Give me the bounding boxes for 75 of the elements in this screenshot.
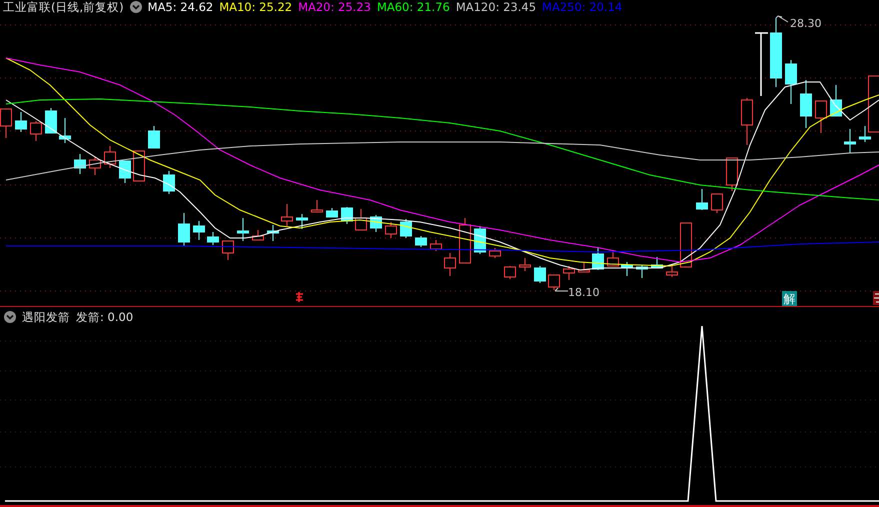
pointer-line xyxy=(554,288,568,292)
candlestick xyxy=(341,206,353,224)
candlestick xyxy=(15,112,27,132)
candlestick xyxy=(534,266,546,284)
candlestick xyxy=(785,60,797,104)
candlestick xyxy=(800,80,812,128)
indicator-value: MA5: 24.62 xyxy=(148,0,214,14)
candlestick xyxy=(415,236,427,248)
candlestick xyxy=(267,224,279,242)
candlestick xyxy=(0,108,12,138)
candlestick xyxy=(237,218,249,242)
candlestick xyxy=(592,246,604,270)
low-price-label: 18.10 xyxy=(568,286,600,299)
candlestick xyxy=(296,214,308,230)
candlestick xyxy=(89,156,101,176)
candlestick xyxy=(45,108,57,134)
candlestick xyxy=(311,200,323,212)
candlestick xyxy=(844,128,856,154)
candlestick xyxy=(578,262,590,272)
indicator-value: MA60: 21.76 xyxy=(376,0,450,14)
unlock-badge: 解 xyxy=(782,291,797,306)
pointer-line xyxy=(776,15,788,22)
candlestick xyxy=(281,204,293,226)
candlestick xyxy=(770,18,782,88)
candlestick xyxy=(119,160,131,184)
candlestick xyxy=(636,264,648,278)
candlestick xyxy=(59,118,71,144)
candlestick xyxy=(178,212,190,246)
candlestick xyxy=(207,232,219,246)
indicator-value: MA120: 23.45 xyxy=(456,0,536,14)
candlestick xyxy=(370,214,382,232)
indicator-value: MA10: 25.22 xyxy=(219,0,292,14)
candlestick xyxy=(621,262,633,276)
chart-title: 工业富联(日线,前复权) xyxy=(3,0,124,14)
candlestick xyxy=(104,146,116,168)
price-bar xyxy=(754,32,769,97)
candlestick xyxy=(133,150,145,182)
candlestick xyxy=(666,264,678,278)
candlestick xyxy=(815,100,827,134)
candlestick xyxy=(148,126,160,148)
candlestick xyxy=(607,250,619,266)
candlestick xyxy=(726,158,738,192)
candlestick xyxy=(830,84,842,116)
indicator-title: 遇阳发箭 xyxy=(22,310,70,324)
candlestick xyxy=(385,222,397,238)
indicator-value: MA250: 20.14 xyxy=(542,0,622,14)
dropdown-icon[interactable] xyxy=(130,1,142,13)
indicator-value: MA20: 25.23 xyxy=(298,0,371,14)
marker-icon xyxy=(295,291,304,303)
dropdown-icon[interactable] xyxy=(4,311,16,323)
candlestick xyxy=(30,120,42,142)
candlestick xyxy=(430,240,442,252)
candlestick xyxy=(326,208,338,218)
candlestick xyxy=(222,240,234,260)
candlestick xyxy=(400,218,412,238)
candlestick xyxy=(548,274,560,290)
candlestick xyxy=(741,98,753,146)
candlestick xyxy=(74,154,86,174)
candlestick xyxy=(355,208,367,230)
high-price-label: 28.30 xyxy=(790,17,822,30)
candlestick xyxy=(504,266,516,280)
candlestick xyxy=(651,256,663,268)
candlestick xyxy=(696,188,708,210)
candlestick xyxy=(252,230,264,240)
candlestick xyxy=(680,222,692,268)
candlestick xyxy=(711,194,723,214)
edge-badge-icon xyxy=(873,291,879,305)
candlestick xyxy=(163,170,175,194)
indicator-value: 发箭: 0.00 xyxy=(76,310,134,324)
candlestick xyxy=(193,220,205,240)
candlestick xyxy=(563,266,575,280)
candlestick xyxy=(459,218,471,264)
candlestick xyxy=(489,248,501,258)
candlestick xyxy=(519,258,531,272)
candlestick xyxy=(444,252,456,276)
